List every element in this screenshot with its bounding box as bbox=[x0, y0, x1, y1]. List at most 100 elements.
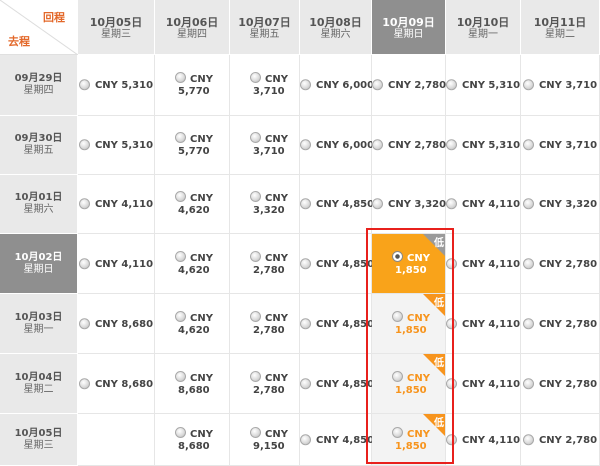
fare-radio[interactable] bbox=[250, 132, 261, 143]
fare-radio[interactable] bbox=[522, 377, 534, 389]
fare-radio[interactable] bbox=[446, 377, 457, 389]
fare-cell[interactable]: CNY 4,110 bbox=[78, 175, 155, 234]
fare-radio[interactable] bbox=[372, 198, 383, 210]
fare-cell[interactable]: CNY 8,680 bbox=[155, 354, 230, 414]
fare-radio[interactable] bbox=[446, 433, 457, 445]
fare-radio[interactable] bbox=[522, 317, 534, 329]
fare-radio[interactable] bbox=[250, 191, 261, 202]
fare-cell[interactable]: CNY 1,850 低 bbox=[372, 354, 446, 414]
fare-radio[interactable] bbox=[78, 79, 90, 91]
fare-radio[interactable] bbox=[446, 257, 457, 269]
fare-radio[interactable] bbox=[446, 139, 457, 151]
fare-cell[interactable]: CNY 4,850 bbox=[300, 175, 374, 234]
fare-radio[interactable] bbox=[300, 317, 311, 329]
fare-radio[interactable] bbox=[522, 139, 534, 151]
fare-cell[interactable]: CNY 1,850 低 bbox=[372, 234, 446, 294]
fare-cell[interactable]: CNY 4,110 bbox=[446, 234, 521, 294]
fare-cell[interactable]: CNY 4,110 bbox=[446, 414, 521, 466]
fare-cell[interactable]: CNY 4,620 bbox=[155, 294, 230, 354]
fare-radio[interactable] bbox=[392, 370, 403, 382]
fare-cell[interactable]: CNY 8,680 bbox=[78, 354, 155, 414]
return-date-header[interactable]: 10月11日 星期二 bbox=[521, 0, 600, 55]
fare-cell[interactable]: CNY 2,780 bbox=[230, 354, 300, 414]
fare-cell[interactable]: CNY 2,780 bbox=[521, 234, 600, 294]
depart-date-header[interactable]: 10月05日 星期三 bbox=[0, 414, 78, 466]
fare-cell[interactable]: CNY 3,710 bbox=[230, 116, 300, 175]
fare-cell[interactable]: CNY 2,780 bbox=[372, 55, 446, 116]
fare-cell[interactable]: CNY 4,850 bbox=[300, 234, 374, 294]
fare-radio[interactable] bbox=[175, 250, 186, 262]
fare-cell[interactable]: CNY 4,110 bbox=[446, 354, 521, 414]
depart-date-header[interactable]: 09月30日 星期五 bbox=[0, 116, 78, 175]
fare-radio[interactable] bbox=[372, 79, 383, 91]
fare-cell[interactable]: CNY 4,620 bbox=[155, 234, 230, 294]
depart-date-header[interactable]: 10月04日 星期二 bbox=[0, 354, 78, 414]
depart-date-header[interactable]: 10月03日 星期一 bbox=[0, 294, 78, 354]
fare-cell[interactable]: CNY 2,780 bbox=[521, 414, 600, 466]
fare-cell[interactable]: CNY 2,780 bbox=[521, 354, 600, 414]
fare-cell[interactable]: CNY 4,110 bbox=[78, 234, 155, 294]
fare-radio[interactable] bbox=[175, 426, 186, 438]
fare-radio[interactable] bbox=[250, 426, 261, 438]
fare-cell[interactable]: CNY 3,710 bbox=[230, 55, 300, 116]
fare-radio[interactable] bbox=[392, 426, 403, 438]
return-date-header[interactable]: 10月08日 星期六 bbox=[300, 0, 372, 55]
fare-radio[interactable] bbox=[300, 139, 311, 151]
return-date-header[interactable]: 10月07日 星期五 bbox=[230, 0, 300, 55]
fare-cell[interactable]: CNY 4,850 bbox=[300, 354, 374, 414]
fare-radio[interactable] bbox=[300, 79, 311, 91]
fare-radio[interactable] bbox=[300, 257, 311, 269]
fare-cell[interactable]: CNY 1,850 低 bbox=[372, 414, 446, 466]
fare-cell[interactable]: CNY 5,310 bbox=[446, 116, 521, 175]
fare-radio[interactable] bbox=[522, 198, 534, 210]
fare-radio[interactable] bbox=[78, 198, 90, 210]
fare-radio[interactable] bbox=[522, 79, 534, 91]
fare-cell[interactable]: CNY 3,710 bbox=[521, 116, 600, 175]
fare-cell[interactable]: CNY 4,620 bbox=[155, 175, 230, 234]
fare-radio[interactable] bbox=[78, 257, 90, 269]
fare-cell[interactable]: CNY 3,710 bbox=[521, 55, 600, 116]
depart-date-header[interactable]: 09月29日 星期四 bbox=[0, 55, 78, 116]
return-date-header[interactable]: 10月09日 星期日 bbox=[372, 0, 446, 55]
fare-cell[interactable]: CNY 9,150 bbox=[230, 414, 300, 466]
fare-cell[interactable]: CNY 4,850 bbox=[300, 294, 374, 354]
fare-cell[interactable]: CNY 2,780 bbox=[230, 234, 300, 294]
fare-radio[interactable] bbox=[300, 433, 311, 445]
fare-radio[interactable] bbox=[522, 433, 534, 445]
fare-radio[interactable] bbox=[250, 310, 261, 322]
fare-radio[interactable] bbox=[300, 198, 311, 210]
fare-radio[interactable] bbox=[250, 72, 261, 83]
fare-cell[interactable]: CNY 2,780 bbox=[372, 116, 446, 175]
fare-radio[interactable] bbox=[78, 377, 90, 389]
fare-radio[interactable] bbox=[78, 317, 90, 329]
fare-radio[interactable] bbox=[446, 198, 457, 210]
depart-date-header[interactable]: 10月02日 星期日 bbox=[0, 234, 78, 294]
depart-date-header[interactable]: 10月01日 星期六 bbox=[0, 175, 78, 234]
fare-cell[interactable]: CNY 4,110 bbox=[446, 294, 521, 354]
fare-radio[interactable] bbox=[392, 310, 403, 322]
fare-cell[interactable]: CNY 5,770 bbox=[155, 55, 230, 116]
fare-radio[interactable] bbox=[446, 317, 457, 329]
return-date-header[interactable]: 10月10日 星期一 bbox=[446, 0, 521, 55]
fare-cell[interactable]: CNY 5,310 bbox=[78, 55, 155, 116]
fare-cell[interactable]: CNY 6,000 bbox=[300, 55, 374, 116]
fare-cell[interactable]: CNY 5,310 bbox=[78, 116, 155, 175]
return-date-header[interactable]: 10月05日 星期三 bbox=[78, 0, 155, 55]
fare-cell[interactable]: CNY 3,320 bbox=[521, 175, 600, 234]
fare-radio[interactable] bbox=[372, 139, 383, 151]
fare-cell[interactable]: CNY 2,780 bbox=[521, 294, 600, 354]
return-date-header[interactable]: 10月06日 星期四 bbox=[155, 0, 230, 55]
fare-radio[interactable] bbox=[446, 79, 457, 91]
fare-cell[interactable]: CNY 4,110 bbox=[446, 175, 521, 234]
fare-cell[interactable]: CNY 6,000 bbox=[300, 116, 374, 175]
fare-cell[interactable]: CNY 8,680 bbox=[78, 294, 155, 354]
fare-cell[interactable]: CNY 4,850 bbox=[300, 414, 374, 466]
fare-radio[interactable] bbox=[175, 132, 186, 143]
fare-cell[interactable]: CNY 5,770 bbox=[155, 116, 230, 175]
fare-cell[interactable]: CNY 3,320 bbox=[372, 175, 446, 234]
fare-radio[interactable] bbox=[175, 191, 186, 202]
fare-cell[interactable]: CNY 2,780 bbox=[230, 294, 300, 354]
fare-radio[interactable] bbox=[250, 250, 261, 262]
fare-radio[interactable] bbox=[522, 257, 534, 269]
fare-radio[interactable] bbox=[300, 377, 311, 389]
